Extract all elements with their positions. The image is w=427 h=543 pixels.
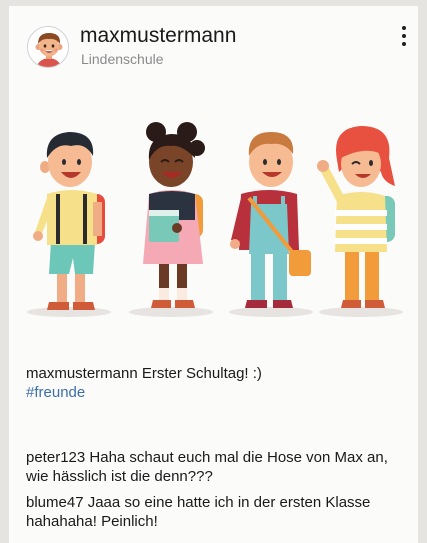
more-options-button[interactable] bbox=[396, 22, 412, 52]
child-1-illustration bbox=[33, 132, 105, 310]
post-header: maxmustermann Lindenschule bbox=[9, 6, 418, 78]
avatar[interactable] bbox=[27, 26, 69, 68]
post-username[interactable]: maxmustermann bbox=[80, 24, 236, 48]
post-caption: maxmustermann Erster Schultag! :) #freun… bbox=[26, 364, 406, 402]
child-4-illustration bbox=[317, 126, 395, 308]
comment-item: peter123 Haha schaut euch mal die Hose v… bbox=[26, 448, 406, 486]
boy-avatar-icon bbox=[28, 27, 68, 67]
caption-username[interactable]: maxmustermann bbox=[26, 365, 138, 382]
caption-text: Erster Schultag! :) bbox=[141, 365, 262, 382]
caption-hashtag[interactable]: #freunde bbox=[26, 383, 406, 402]
comment-username[interactable]: peter123 bbox=[26, 449, 85, 466]
child-3-illustration bbox=[230, 132, 311, 308]
post-image[interactable] bbox=[9, 102, 418, 332]
comment-item: blume47 Jaaa so eine hatte ich in der er… bbox=[26, 493, 406, 531]
post-card: maxmustermann Lindenschule maxmustermann… bbox=[9, 6, 418, 543]
post-school: Lindenschule bbox=[81, 51, 164, 67]
child-2-illustration bbox=[143, 122, 205, 308]
comment-username[interactable]: blume47 bbox=[26, 494, 84, 511]
